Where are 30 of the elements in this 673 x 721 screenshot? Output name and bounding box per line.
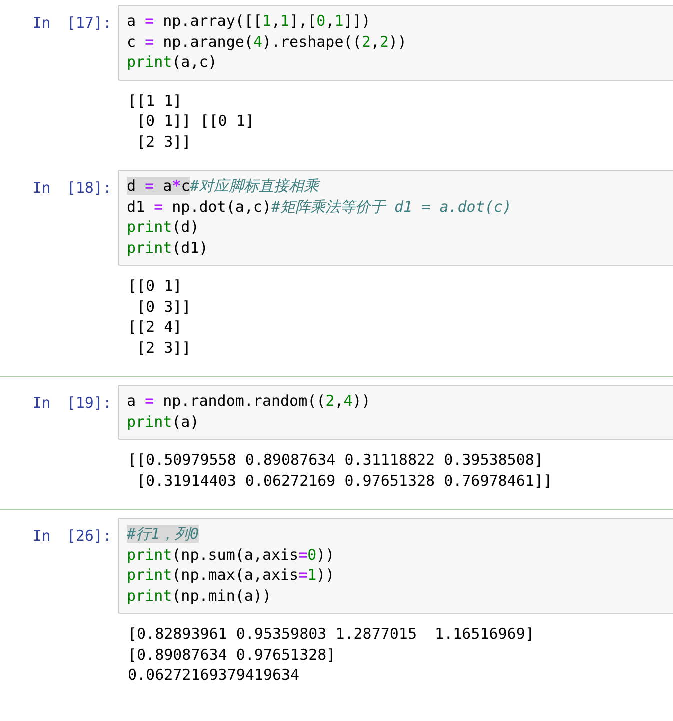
code-text: a = np.random.random((2,4)): [127, 392, 371, 410]
code-text: print(np.min(a)): [127, 586, 272, 604]
selected-code-text: #行1，列0: [127, 525, 200, 543]
input-prompt-label: In: [32, 393, 51, 414]
cell-output: [[0.50979558 0.89087634 0.31118822 0.39538508] [0.31914403 0.06272169 0.97651328 0.76978461]]: [128, 450, 552, 491]
code-text: a = np.array([[1,1],[0,1]]): [127, 12, 371, 30]
input-prompt-label: In: [32, 13, 51, 34]
selected-code-text: d = a*c: [127, 177, 190, 195]
execution-count: [17]:: [66, 13, 112, 34]
input-prompt-label: In: [32, 178, 51, 198]
code-input-cell[interactable]: a = np.random.random((2,4)) print(a): [118, 385, 673, 440]
execution-count: [18]:: [66, 178, 112, 198]
code-text: print(a,c): [127, 53, 218, 71]
code-input-cell[interactable]: d = a*c#对应脚标直接相乘 d1 = np.dot(a,c)#矩阵乘法等价于 d1 = a.dot(c) print(d) print(d1): [118, 170, 673, 266]
code-text: #对应脚标直接相乘: [190, 177, 320, 195]
code-text: print(np.max(a,axis=1)): [127, 566, 335, 584]
input-prompt-label: In: [32, 526, 51, 546]
cell-output: [[0 1] [0 3]] [[2 4] [2 3]]: [128, 276, 192, 358]
code-text: print(d): [127, 218, 200, 236]
cell-output: [0.82893961 0.95359803 1.2877015 1.16516969] [0.89087634 0.97651328] 0.06272169379419634: [128, 624, 534, 686]
code-text: print(np.sum(a,axis=0)): [127, 546, 335, 564]
code-text: c = np.arange(4).reshape((2,2)): [127, 32, 407, 50]
code-input-cell[interactable]: a = np.array([[1,1],[0,1]]) c = np.arange(4).reshape((2,2)) print(a,c): [118, 5, 673, 80]
execution-count: [19]:: [66, 393, 112, 414]
execution-count: [26]:: [66, 526, 112, 546]
code-text: print(a): [127, 412, 200, 430]
code-text: print(d1): [127, 238, 208, 256]
code-input-cell[interactable]: #行1，列0 print(np.sum(a,axis=0)) print(np.max(a,axis=1)) print(np.min(a)): [118, 518, 673, 614]
code-text: d1 = np.dot(a,c)#矩阵乘法等价于 d1 = a.dot(c): [127, 198, 512, 216]
cell-output: [[1 1] [0 1]] [[0 1] [2 3]]: [128, 90, 254, 152]
